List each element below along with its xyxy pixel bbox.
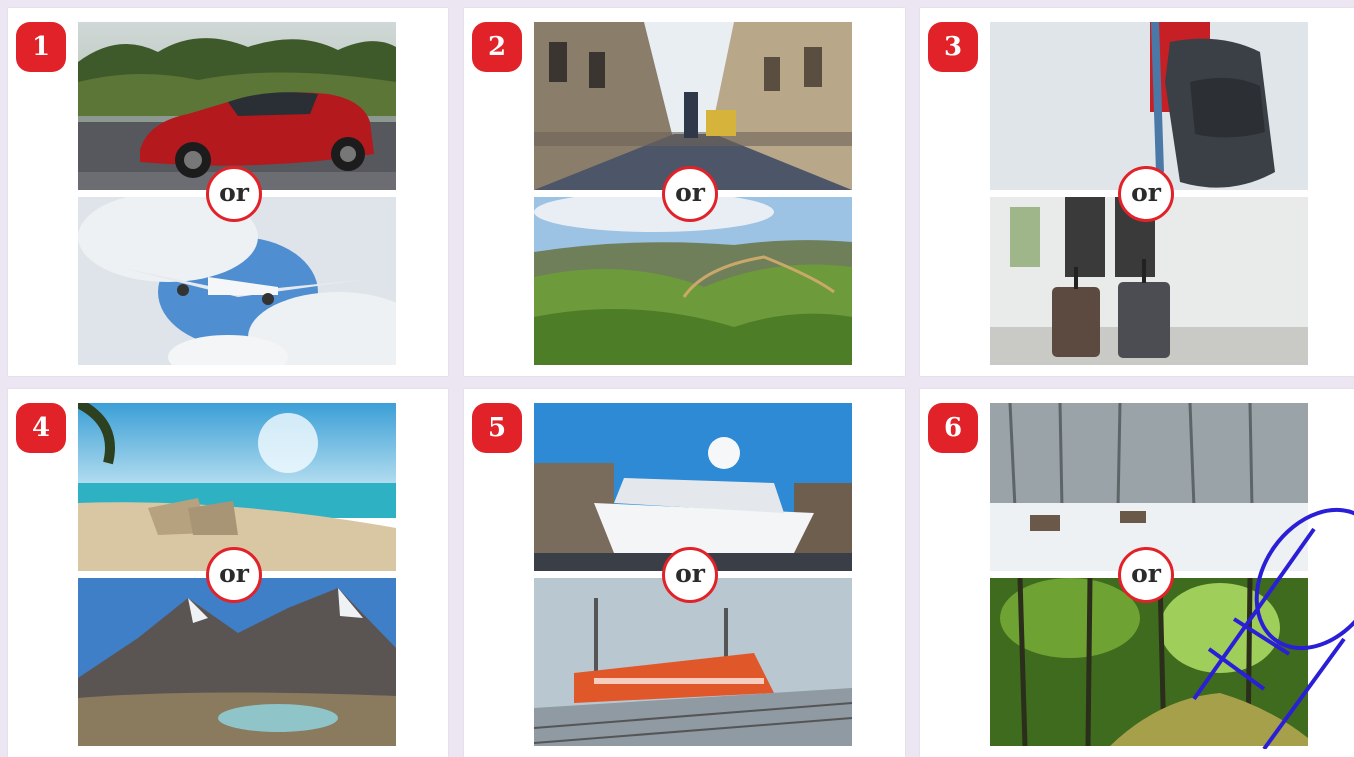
choice-card-5: 5 or: [464, 389, 905, 757]
photo-forest: [990, 578, 1308, 746]
photo-beach: [78, 403, 396, 571]
photo-airplane: [78, 197, 396, 365]
card-number-badge: 3: [928, 22, 978, 72]
photo-suitcases: [990, 197, 1308, 365]
card-number-badge: 4: [16, 403, 66, 453]
photo-snowy-park: [990, 403, 1308, 571]
or-divider-label: or: [1118, 547, 1174, 603]
or-divider-label: or: [1118, 166, 1174, 222]
card-number-badge: 2: [472, 22, 522, 72]
or-divider-label: or: [206, 166, 262, 222]
card-number-badge: 1: [16, 22, 66, 72]
or-divider-label: or: [206, 547, 262, 603]
choice-card-2: 2 or: [464, 8, 905, 376]
or-divider-label: or: [662, 166, 718, 222]
or-divider-label: or: [662, 547, 718, 603]
photo-train-station: [534, 578, 852, 746]
photo-countryside: [534, 197, 852, 365]
photo-mountains: [78, 578, 396, 746]
choice-card-3: 3 or: [920, 8, 1354, 376]
photo-cruise-ship: [534, 403, 852, 571]
photo-backpack: [990, 22, 1308, 190]
card-number-badge: 5: [472, 403, 522, 453]
photo-sports-car: [78, 22, 396, 190]
choice-card-1: 1 or: [8, 8, 448, 376]
choice-card-4: 4 or: [8, 389, 448, 757]
choice-card-6: 6 or: [920, 389, 1354, 757]
photo-city-street: [534, 22, 852, 190]
card-number-badge: 6: [928, 403, 978, 453]
